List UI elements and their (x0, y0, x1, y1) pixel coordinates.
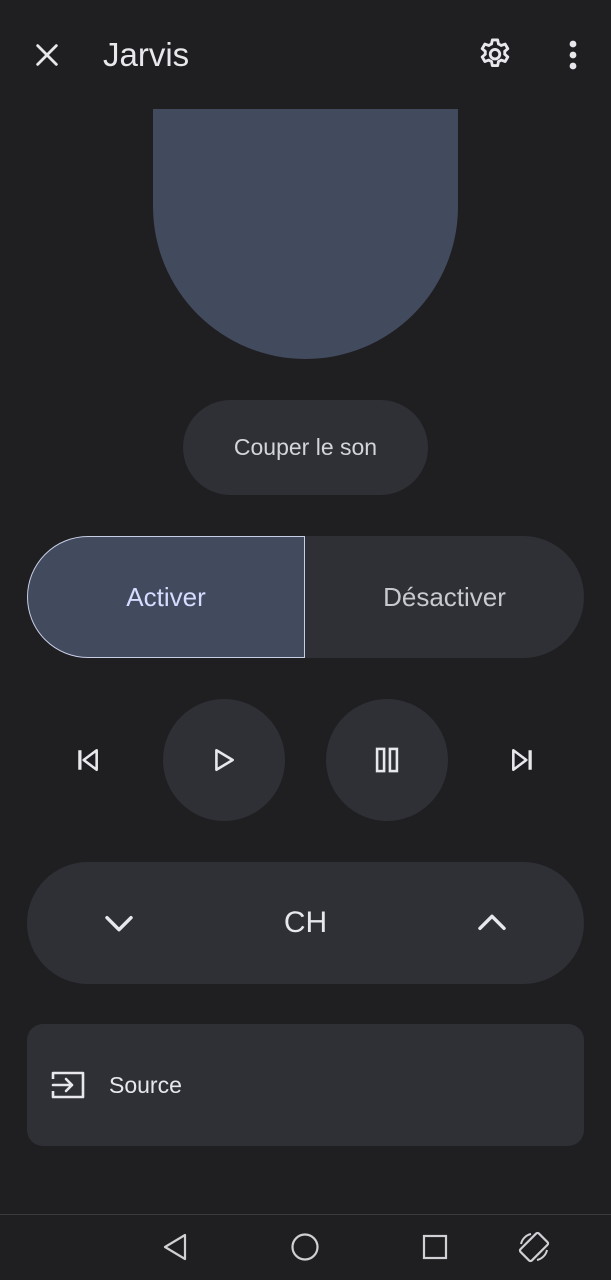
nav-recents-button[interactable] (410, 1222, 460, 1272)
power-toggle: Activer Désactiver (27, 536, 584, 658)
deactivate-button[interactable]: Désactiver (305, 536, 584, 658)
chevron-up-icon (478, 914, 506, 931)
gear-icon (480, 38, 510, 68)
skip-next-icon (512, 748, 532, 772)
volume-indicator[interactable] (153, 109, 458, 359)
channel-down-button[interactable] (63, 892, 175, 954)
previous-button[interactable] (58, 730, 118, 790)
nav-back-button[interactable] (150, 1222, 200, 1272)
next-button[interactable] (492, 730, 552, 790)
play-icon (215, 748, 234, 772)
close-icon (36, 44, 58, 66)
channel-up-button[interactable] (436, 892, 548, 954)
home-circle-icon (291, 1233, 319, 1261)
more-vert-icon (569, 40, 577, 70)
input-icon (49, 1066, 87, 1104)
channel-label: CH (283, 906, 328, 939)
chevron-down-icon (105, 915, 133, 932)
play-button[interactable] (163, 699, 285, 821)
pause-button[interactable] (326, 699, 448, 821)
rotate-screen-button[interactable] (509, 1222, 559, 1272)
nav-home-button[interactable] (280, 1222, 330, 1272)
activate-button[interactable]: Activer (27, 536, 305, 658)
recents-square-icon (422, 1234, 448, 1260)
rotate-screen-icon (518, 1231, 550, 1263)
settings-button[interactable] (470, 30, 520, 80)
close-button[interactable] (22, 30, 72, 80)
page-title: Jarvis (103, 36, 190, 73)
remote-screen: Jarvis Couper le son Activer Désactiver (0, 0, 611, 1280)
mute-label: Couper le son (233, 434, 378, 460)
mute-button[interactable]: Couper le son (183, 400, 428, 495)
skip-previous-icon (78, 748, 98, 772)
activate-label: Activer (126, 581, 206, 612)
source-label: Source (109, 1072, 182, 1098)
back-triangle-icon (163, 1233, 187, 1261)
more-options-button[interactable] (550, 30, 596, 80)
pause-icon (375, 747, 399, 773)
deactivate-label: Désactiver (383, 581, 506, 612)
